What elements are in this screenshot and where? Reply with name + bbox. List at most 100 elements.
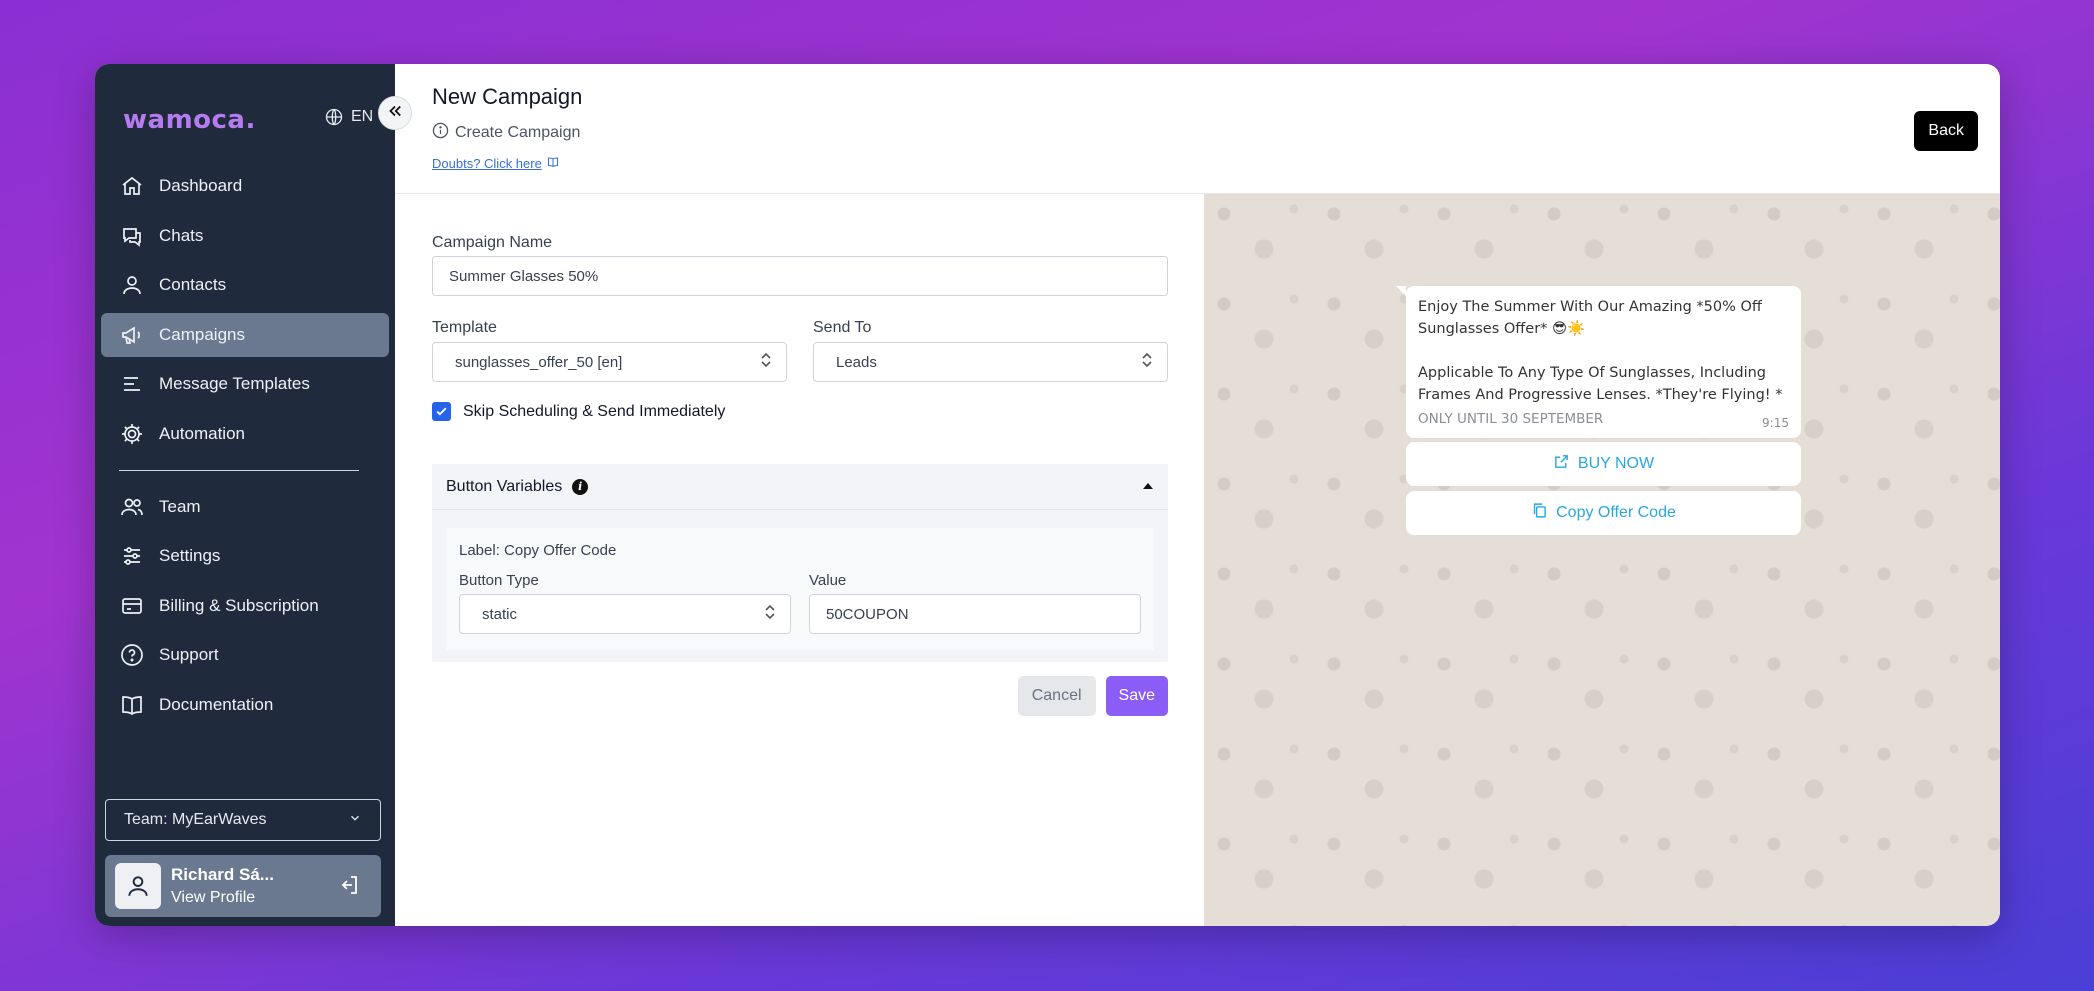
- sidebar-item-settings[interactable]: Settings: [101, 534, 389, 578]
- sidebar-item-label: Settings: [159, 546, 221, 565]
- sidebar-item-label: Chats: [159, 225, 204, 245]
- align-left-icon: [119, 371, 145, 397]
- send-to-select[interactable]: Leads: [813, 342, 1168, 382]
- template-label: Template: [432, 319, 497, 336]
- home-icon: [119, 173, 145, 199]
- send-to-select-value: Leads: [836, 353, 877, 371]
- chevron-down-icon: [348, 811, 362, 830]
- doubts-link[interactable]: Doubts? Click here: [432, 156, 559, 171]
- message-time: 9:15: [1762, 416, 1789, 430]
- template-select-value: sunglasses_offer_50 [en]: [455, 353, 623, 371]
- sidebar-nav: Dashboard Chats Contacts Campaigns Messa…: [101, 164, 389, 732]
- main-content: New Campaign Create Campaign Doubts? Cli…: [395, 64, 2000, 926]
- caret-up-icon: [1142, 478, 1154, 496]
- template-select[interactable]: sunglasses_offer_50 [en]: [432, 342, 787, 382]
- sidebar-item-label: Documentation: [159, 694, 274, 714]
- sidebar-item-label: Team: [159, 496, 201, 516]
- sliders-icon: [119, 543, 145, 569]
- save-button[interactable]: Save: [1105, 676, 1168, 716]
- page-header: New Campaign Create Campaign Doubts? Cli…: [395, 64, 2000, 194]
- globe-icon: [325, 108, 343, 126]
- button-type-select-value: static: [482, 605, 518, 623]
- sidebar-item-billing[interactable]: Billing & Subscription: [101, 584, 389, 628]
- sidebar-item-label: Contacts: [159, 275, 227, 294]
- language-label: EN: [351, 108, 374, 125]
- profile-card: Richard Sá... View Profile: [105, 855, 381, 917]
- megaphone-icon: [119, 322, 145, 348]
- help-circle-icon: [119, 642, 145, 668]
- info-icon: [432, 122, 449, 144]
- team-select[interactable]: Team: MyEarWaves: [105, 799, 381, 841]
- message-preview: Enjoy The Summer With Our Amazing *50% O…: [1204, 194, 2000, 926]
- sidebar-item-label: Dashboard: [159, 176, 243, 195]
- send-to-label: Send To: [813, 319, 872, 336]
- button-type-label: Button Type: [459, 572, 539, 589]
- sidebar-item-label: Support: [159, 645, 219, 664]
- sidebar-item-label: Message Templates: [159, 374, 310, 393]
- button-variables-title-text: Button Variables: [446, 477, 563, 495]
- book-icon: [119, 692, 145, 718]
- sidebar-item-label: Automation: [159, 423, 245, 443]
- skip-scheduling-label: Skip Scheduling & Send Immediately: [463, 402, 726, 420]
- skip-scheduling-checkbox-row[interactable]: Skip Scheduling & Send Immediately: [432, 402, 725, 421]
- sidebar-item-contacts[interactable]: Contacts: [101, 263, 389, 307]
- gear-icon: [119, 421, 145, 447]
- message-text: Enjoy The Summer With Our Amazing *50% O…: [1418, 299, 1783, 403]
- message-bubble: Enjoy The Summer With Our Amazing *50% O…: [1396, 286, 1801, 438]
- campaign-name-label: Campaign Name: [432, 234, 553, 251]
- page-subtitle: Create Campaign: [432, 122, 580, 144]
- copy-offer-code-label: Copy Offer Code: [1556, 504, 1676, 521]
- chevron-updown-icon: [764, 603, 776, 625]
- button-variable-label: Label: Copy Offer Code: [459, 542, 617, 559]
- sidebar-item-campaigns[interactable]: Campaigns: [101, 312, 389, 357]
- chevron-updown-icon: [1141, 351, 1153, 373]
- form-actions: Cancel Save: [1017, 676, 1168, 716]
- value-label: Value: [809, 572, 847, 589]
- external-link-icon: [1553, 453, 1570, 475]
- avatar[interactable]: [115, 863, 161, 909]
- profile-text: Richard Sá... View Profile: [171, 865, 274, 907]
- buy-now-preview-button[interactable]: BUY NOW: [1406, 442, 1801, 486]
- sidebar-item-team[interactable]: Team: [101, 485, 389, 529]
- button-variables-panel: Button Variables i Label: Copy Offer Cod…: [432, 464, 1168, 662]
- team-select-label: Team: MyEarWaves: [124, 811, 267, 828]
- profile-name: Richard Sá...: [171, 865, 274, 884]
- sidebar-item-automation[interactable]: Automation: [101, 412, 389, 456]
- sidebar-item-label: Campaigns: [159, 324, 245, 344]
- skip-scheduling-checkbox[interactable]: [432, 402, 451, 421]
- nav-divider: [119, 469, 359, 471]
- cancel-button[interactable]: Cancel: [1017, 676, 1096, 716]
- doubts-link-text: Doubts? Click here: [432, 156, 542, 171]
- value-input[interactable]: 50COUPON: [809, 594, 1141, 634]
- back-button[interactable]: Back: [1914, 111, 1978, 151]
- sidebar-item-support[interactable]: Support: [101, 633, 389, 677]
- sidebar: wamoca. EN Dashboard Chats Contacts Camp…: [95, 64, 395, 926]
- logout-icon[interactable]: [337, 873, 361, 902]
- page-title: New Campaign: [432, 84, 583, 109]
- subtitle-text: Create Campaign: [455, 124, 581, 141]
- chevrons-left-icon: [386, 102, 404, 125]
- credit-card-icon: [119, 593, 145, 619]
- info-icon: i: [572, 478, 589, 495]
- sidebar-item-message-templates[interactable]: Message Templates: [101, 362, 389, 406]
- chat-icon: [119, 223, 145, 249]
- chevron-updown-icon: [760, 351, 772, 373]
- user-icon: [119, 272, 145, 298]
- button-variables-header[interactable]: Button Variables i: [432, 464, 1168, 510]
- app-window: wamoca. EN Dashboard Chats Contacts Camp…: [95, 64, 2000, 926]
- sidebar-item-dashboard[interactable]: Dashboard: [101, 164, 389, 208]
- button-variables-title: Button Variables i: [446, 477, 589, 496]
- button-type-select[interactable]: static: [459, 594, 791, 634]
- copy-offer-code-preview-button[interactable]: Copy Offer Code: [1406, 491, 1801, 535]
- button-variable-item: Label: Copy Offer Code Button Type stati…: [446, 528, 1154, 650]
- logo[interactable]: wamoca.: [123, 105, 256, 135]
- collapse-sidebar-button[interactable]: [378, 96, 412, 130]
- copy-icon: [1531, 502, 1548, 524]
- sidebar-item-chats[interactable]: Chats: [101, 214, 389, 258]
- message-footer: ONLY UNTIL 30 SEPTEMBER: [1418, 411, 1604, 427]
- brand-row: wamoca. EN: [123, 100, 395, 140]
- users-icon: [119, 494, 145, 520]
- campaign-name-input[interactable]: Summer Glasses 50%: [432, 256, 1168, 296]
- sidebar-item-documentation[interactable]: Documentation: [101, 683, 389, 727]
- view-profile-link[interactable]: View Profile: [171, 889, 274, 907]
